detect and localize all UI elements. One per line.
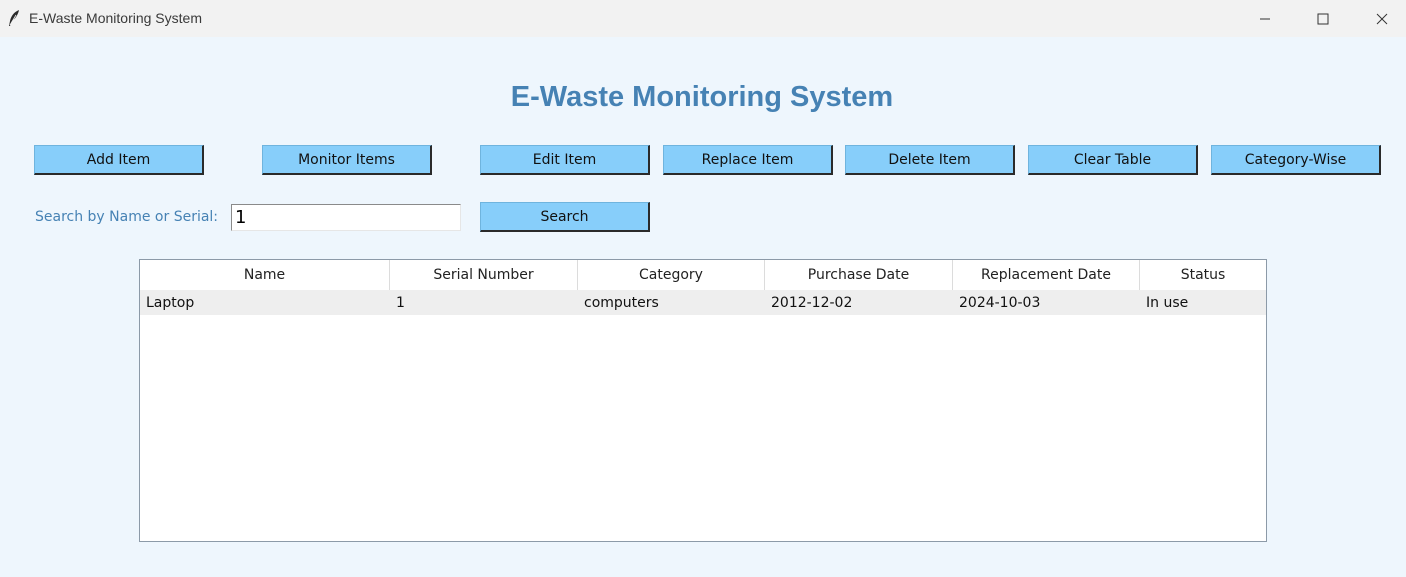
page-title: E-Waste Monitoring System [510, 81, 894, 113]
minimize-icon [1259, 13, 1271, 25]
table-body: Laptop 1 computers 2012-12-02 2024-10-03… [140, 290, 1266, 315]
title-bar: E-Waste Monitoring System [0, 0, 1406, 37]
maximize-icon [1317, 13, 1329, 25]
cell-replacement-date: 2024-10-03 [959, 294, 1041, 311]
search-button[interactable]: Search [480, 202, 650, 232]
column-header-serial-number[interactable]: Serial Number [390, 260, 578, 290]
edit-item-button[interactable]: Edit Item [480, 145, 650, 175]
maximize-button[interactable] [1300, 0, 1346, 37]
column-header-name[interactable]: Name [140, 260, 390, 290]
column-header-replacement-date[interactable]: Replacement Date [953, 260, 1140, 290]
cell-serial-number: 1 [396, 294, 405, 311]
table-header: Name Serial Number Category Purchase Dat… [140, 260, 1266, 290]
monitor-items-button[interactable]: Monitor Items [262, 145, 432, 175]
clear-table-button[interactable]: Clear Table [1028, 145, 1198, 175]
minimize-button[interactable] [1242, 0, 1288, 37]
category-wise-button[interactable]: Category-Wise [1211, 145, 1381, 175]
close-button[interactable] [1359, 0, 1405, 37]
column-header-status[interactable]: Status [1140, 260, 1266, 290]
cell-purchase-date: 2012-12-02 [771, 294, 853, 311]
search-input[interactable] [231, 204, 461, 231]
column-header-purchase-date[interactable]: Purchase Date [765, 260, 953, 290]
cell-status: In use [1146, 294, 1189, 311]
add-item-button[interactable]: Add Item [34, 145, 204, 175]
main-window: E-Waste Monitoring System Add Item Monit… [0, 37, 1406, 577]
cell-category: computers [584, 294, 659, 311]
feather-icon [7, 9, 21, 27]
search-label: Search by Name or Serial: [35, 209, 219, 225]
column-header-category[interactable]: Category [578, 260, 765, 290]
delete-item-button[interactable]: Delete Item [845, 145, 1015, 175]
table-row[interactable]: Laptop 1 computers 2012-12-02 2024-10-03… [140, 290, 1266, 315]
window-title: E-Waste Monitoring System [29, 10, 202, 26]
replace-item-button[interactable]: Replace Item [663, 145, 833, 175]
cell-name: Laptop [146, 294, 195, 311]
close-icon [1376, 13, 1388, 25]
items-table: Name Serial Number Category Purchase Dat… [139, 259, 1267, 542]
